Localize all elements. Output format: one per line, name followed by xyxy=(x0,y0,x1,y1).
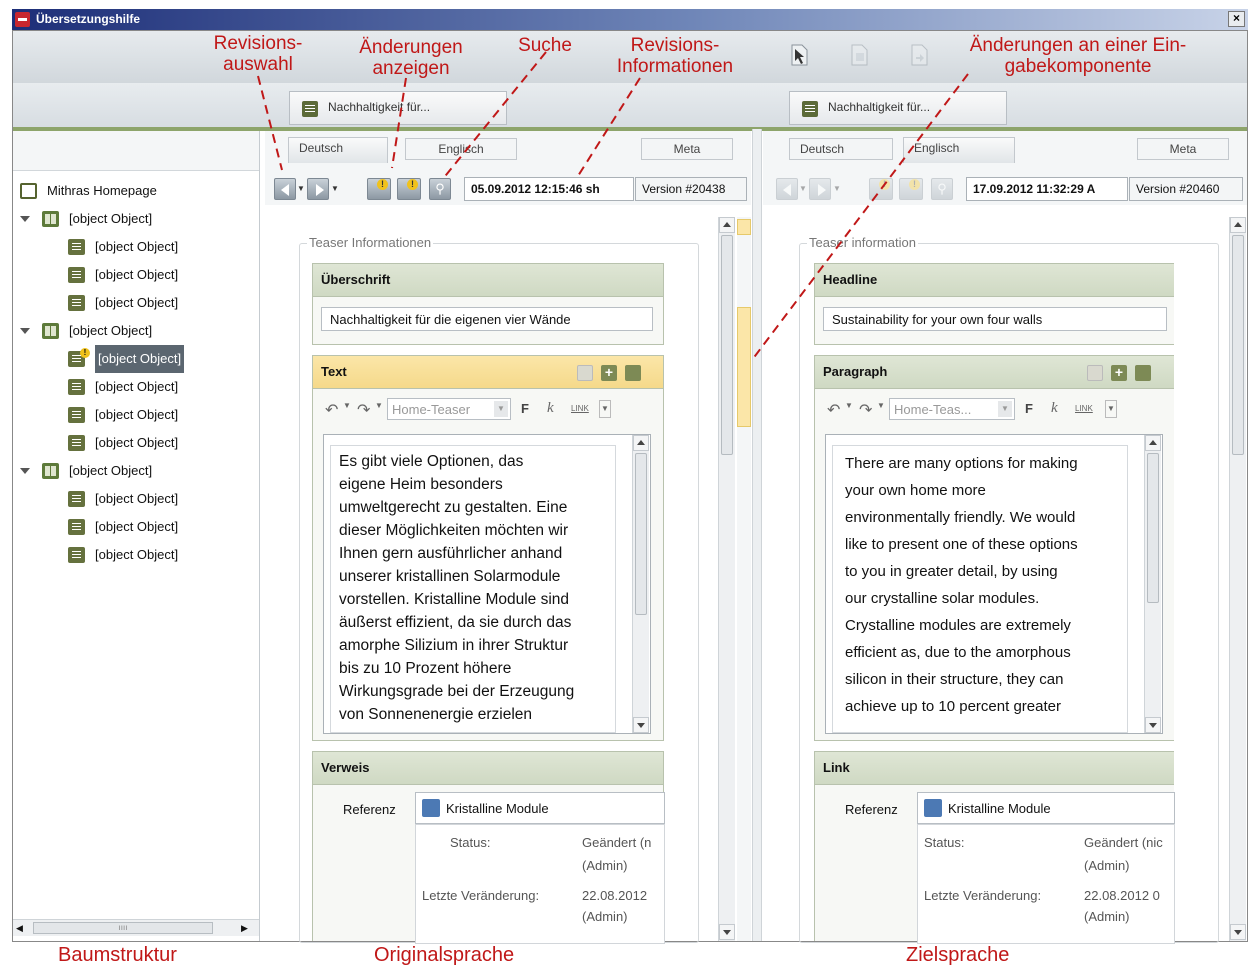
label-baumstruktur: Baumstruktur xyxy=(58,944,177,966)
annotation-aenderungen-anzeigen: Änderungen anzeigen xyxy=(359,37,463,79)
label-originalsprache: Originalsprache xyxy=(374,944,515,966)
annotation-line xyxy=(577,77,641,177)
annotation-line xyxy=(257,75,283,171)
annotation-lines xyxy=(257,51,969,361)
annotation-line xyxy=(391,77,407,169)
annotation-line xyxy=(751,73,969,361)
label-zielsprache: Zielsprache xyxy=(906,944,1010,966)
annotation-revisionsauswahl: Revisions- auswahl xyxy=(213,33,303,75)
annotation-revisions-informationen: Revisions- Informationen xyxy=(616,35,734,77)
annotation-aenderungen-eingabe: Änderungen an einer Ein- gabekomponente xyxy=(969,35,1187,77)
annotation-suche: Suche xyxy=(518,35,572,56)
